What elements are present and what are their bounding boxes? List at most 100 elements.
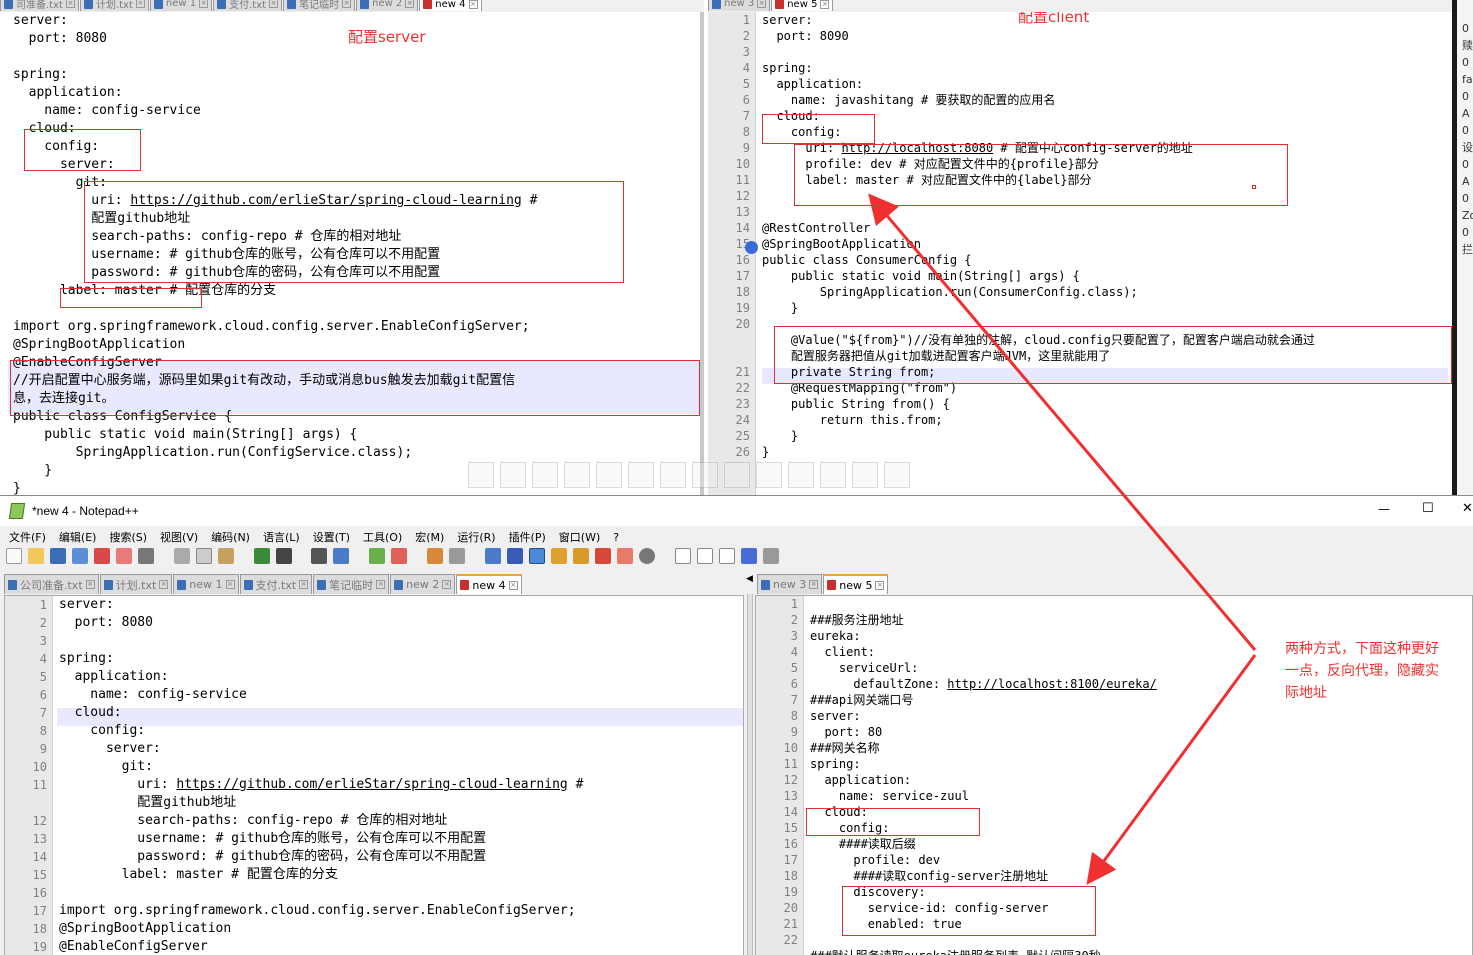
menu-item-10[interactable]: 插件(P) [509, 531, 546, 544]
minimize-button[interactable]: — [1378, 502, 1390, 516]
save-icon[interactable] [50, 548, 66, 564]
menu-item-1[interactable]: 编辑(E) [59, 531, 97, 544]
paste-icon[interactable] [217, 548, 234, 564]
bottom-left-tab-0[interactable]: 公司准备.txt × [4, 574, 99, 594]
zoom-out-icon[interactable] [391, 548, 408, 564]
close-tab-icon[interactable]: × [225, 580, 235, 589]
close-tab-icon[interactable]: × [508, 580, 518, 590]
top-left-tab-5[interactable]: new 2 × [356, 0, 419, 11]
url-link[interactable]: https://github.com/erlieStar/spring-clou… [176, 777, 567, 792]
close-tab-icon[interactable]: × [875, 580, 885, 590]
word-wrap-icon[interactable] [484, 548, 501, 564]
close-tab-icon[interactable]: × [65, 0, 75, 8]
close-tab-icon[interactable]: × [269, 0, 279, 8]
function-list-icon[interactable] [572, 548, 589, 564]
folder-workspace-icon[interactable] [594, 548, 611, 564]
top-left-tab-6[interactable]: new 4 × [419, 0, 482, 11]
close-file-icon[interactable] [94, 548, 110, 564]
file-icon [8, 579, 17, 590]
monitoring-icon[interactable] [616, 548, 633, 564]
bottom-left-editor[interactable]: 1 server: 2 port: 8080 3 4 spring: 5 applicati… [4, 595, 744, 955]
menu-item-11[interactable]: 窗口(W) [559, 531, 600, 544]
bottom-left-tab-3[interactable]: 支付.txt × [239, 574, 313, 594]
bottom-right-tab-1[interactable]: new 5 × [823, 574, 889, 594]
line-number: 21 [783, 917, 798, 931]
cut-icon[interactable] [173, 548, 190, 564]
notepadpp-window: *new 4 - Notepad++ — ☐ ✕ 文件(F) 编辑(E) 搜索(S)… [0, 495, 1473, 955]
close-all-icon[interactable] [116, 548, 132, 564]
close-tab-icon[interactable]: × [809, 580, 819, 589]
top-left-tab-4[interactable]: 笔记临时 × [283, 0, 356, 11]
splitter-left-arrow[interactable]: ◀ [746, 574, 753, 584]
close-tab-icon[interactable]: × [299, 580, 309, 589]
url-link[interactable]: http://localhost:8100/eureka/ [947, 677, 1157, 691]
close-button[interactable]: ✕ [1462, 501, 1473, 516]
splitter-bar[interactable] [747, 594, 753, 955]
menu-item-3[interactable]: 视图(V) [160, 531, 198, 544]
new-file-icon[interactable] [6, 548, 22, 564]
open-file-icon[interactable] [28, 548, 44, 564]
file-icon [394, 579, 404, 590]
close-tab-icon[interactable]: × [159, 580, 169, 589]
indent-guide-icon[interactable] [528, 548, 545, 564]
code-line: 配置github地址 [59, 795, 237, 810]
close-tab-icon[interactable]: × [820, 0, 830, 9]
close-tab-icon[interactable]: × [376, 580, 386, 589]
stop-macro-icon[interactable] [696, 548, 713, 564]
bottom-left-tab-5[interactable]: new 2 × [390, 574, 456, 594]
line-number: 1 [39, 598, 47, 612]
sync-vertical-icon[interactable] [427, 548, 444, 564]
run-macro-multiple-icon[interactable] [740, 548, 757, 564]
bottom-left-tab-1[interactable]: 计划.txt × [99, 574, 173, 594]
maximize-button[interactable]: ☐ [1422, 501, 1434, 516]
bottom-left-tab-6[interactable]: new 4 × [456, 574, 522, 594]
print-icon[interactable] [138, 548, 154, 564]
menu-item-8[interactable]: 宏(M) [415, 531, 444, 544]
bottom-left-tab-2[interactable]: new 1 × [173, 574, 239, 594]
close-tab-icon[interactable]: × [135, 0, 145, 8]
bottom-left-tab-4[interactable]: 笔记临时 × [313, 574, 390, 594]
record-macro-icon[interactable] [674, 548, 691, 564]
comment-icon[interactable] [638, 548, 655, 564]
menu-item-0[interactable]: 文件(F) [9, 531, 46, 544]
show-all-chars-icon[interactable] [506, 548, 523, 564]
side-strip-text: 设 [1462, 141, 1473, 154]
top-right-tab-1[interactable]: new 5 × [771, 0, 834, 11]
find-icon[interactable] [311, 548, 328, 564]
menu-item-2[interactable]: 搜索(S) [109, 531, 147, 544]
save-macro-icon[interactable] [762, 548, 779, 564]
replace-icon[interactable] [333, 548, 350, 564]
menu-item-9[interactable]: 运行(R) [457, 531, 495, 544]
top-left-tab-3[interactable]: 支付.txt × [213, 0, 283, 11]
breakpoint-icon[interactable] [745, 241, 758, 254]
close-tab-icon[interactable]: × [85, 580, 95, 589]
copy-icon[interactable] [195, 548, 212, 564]
close-tab-icon[interactable]: × [757, 0, 767, 8]
play-macro-icon[interactable] [718, 548, 735, 564]
top-left-tab-1[interactable]: 计划.txt × [79, 0, 149, 11]
top-right-editor[interactable]: 1 server: 2 port: 8090 3 4 spring: 5 applicati… [708, 12, 1452, 495]
menu-item-7[interactable]: 工具(O) [363, 531, 402, 544]
menu-item-4[interactable]: 编码(N) [211, 531, 250, 544]
save-all-icon[interactable] [72, 548, 88, 564]
close-tab-icon[interactable]: × [442, 580, 452, 589]
undo-icon[interactable] [253, 548, 270, 564]
top-left-tab-2[interactable]: new 1 × [149, 0, 213, 11]
top-right-tab-0[interactable]: new 3 × [708, 0, 771, 11]
zoom-in-icon[interactable] [369, 548, 386, 564]
file-icon [153, 0, 163, 9]
bottom-right-tab-0[interactable]: new 3 × [757, 574, 823, 594]
close-tab-icon[interactable]: × [468, 0, 478, 9]
doc-map-icon[interactable] [550, 548, 567, 564]
close-tab-icon[interactable]: × [405, 0, 415, 8]
redo-icon[interactable] [275, 548, 292, 564]
top-left-editor[interactable]: server: port: 8080 spring: application: n… [0, 12, 704, 495]
sync-horizontal-icon[interactable] [449, 548, 466, 564]
menu-item-6[interactable]: 设置(T) [313, 531, 350, 544]
top-left-tab-0[interactable]: 司准备.txt × [0, 0, 79, 11]
close-tab-icon[interactable]: × [342, 0, 352, 8]
close-tab-icon[interactable]: × [199, 0, 209, 8]
side-strip-text: A [1462, 175, 1470, 188]
menu-item-12[interactable]: ? [613, 531, 619, 544]
menu-item-5[interactable]: 语言(L) [263, 531, 300, 544]
